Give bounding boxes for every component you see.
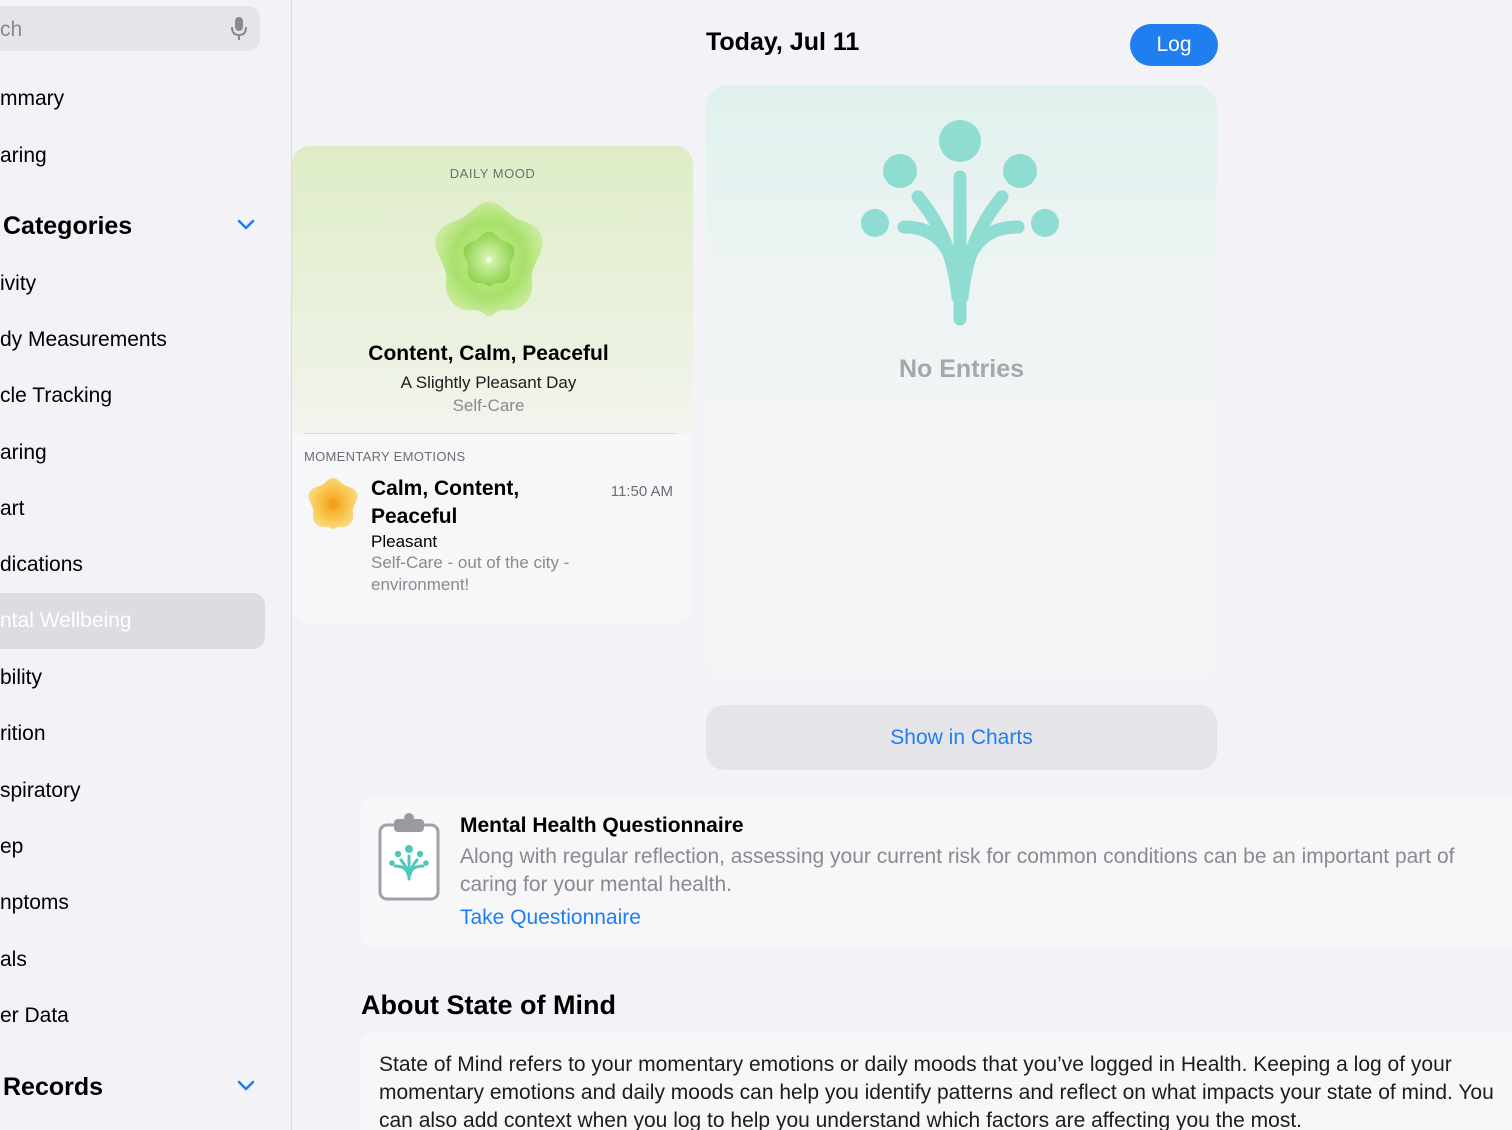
chevron-down-icon[interactable] <box>236 218 256 237</box>
daily-mood-name: Content, Calm, Peaceful <box>368 342 609 365</box>
sidebar-item-heart[interactable]: art <box>0 497 25 521</box>
daily-mood-context: Self-Care <box>452 396 525 415</box>
questionnaire-description: Along with regular reflection, assessing… <box>460 845 1455 896</box>
about-description: State of Mind refers to your momentary e… <box>379 1053 1494 1130</box>
sidebar-item-medications[interactable]: dications <box>0 553 83 577</box>
sidebar-item-symptoms[interactable]: nptoms <box>0 891 69 915</box>
mindful-minutes-card[interactable]: No Entries <box>706 85 1217 684</box>
momentary-emotion-context: Self-Care - out of the city - environmen… <box>371 553 570 594</box>
sidebar-item-other-data[interactable]: er Data <box>0 1004 69 1028</box>
momentary-emotion-valence: Pleasant <box>371 532 438 551</box>
search-input[interactable]: ch <box>0 18 22 42</box>
sidebar-item-vitals[interactable]: als <box>0 948 27 972</box>
daily-mood-subtitle: A Slightly Pleasant Day <box>400 373 577 392</box>
sidebar-item-sharing[interactable]: aring <box>0 144 47 168</box>
show-in-charts-button[interactable]: Show in Charts <box>706 705 1217 770</box>
daily-mood-label: DAILY MOOD <box>449 166 536 181</box>
clipboard-icon <box>377 811 441 908</box>
momentary-emotion-time: 11:50 AM <box>610 483 673 500</box>
sidebar-item-nutrition[interactable]: rition <box>0 722 46 746</box>
flower-icon <box>428 198 550 325</box>
sidebar-item-hearing[interactable]: aring <box>0 441 47 465</box>
state-of-mind-card[interactable]: DAILY MOOD Content, Calm, Peaceful A Sli… <box>292 146 693 624</box>
divider <box>304 433 675 434</box>
page-title: Today, Jul 11 <box>706 28 860 56</box>
sidebar-item-body-measurements[interactable]: dy Measurements <box>0 328 167 352</box>
sidebar-section-categories[interactable]: Categories <box>3 212 132 241</box>
take-questionnaire-link[interactable]: Take Questionnaire <box>460 906 641 930</box>
momentary-emotion-name: Calm, Content, Peaceful <box>371 477 520 528</box>
momentary-emotions-label: MOMENTARY EMOTIONS <box>304 449 466 464</box>
questionnaire-title: Mental Health Questionnaire <box>460 814 744 837</box>
log-button[interactable]: Log <box>1130 24 1218 66</box>
sidebar-item-respiratory[interactable]: spiratory <box>0 779 81 803</box>
sidebar-item-sleep[interactable]: ep <box>0 835 23 859</box>
sprout-icon <box>856 117 1066 337</box>
questionnaire-card[interactable]: Mental Health Questionnaire Along with r… <box>359 797 1512 947</box>
sidebar-item-activity[interactable]: ivity <box>0 272 36 296</box>
sidebar-item-cycle-tracking[interactable]: cle Tracking <box>0 384 112 408</box>
search-field[interactable]: ch <box>0 6 260 51</box>
sidebar: ch mmary aring Categories ivity dy Measu… <box>0 0 292 1130</box>
sidebar-item-summary[interactable]: mmary <box>0 87 64 111</box>
mic-icon[interactable] <box>230 16 248 47</box>
chevron-down-icon[interactable] <box>236 1079 256 1098</box>
flower-icon <box>306 476 360 535</box>
about-card: State of Mind refers to your momentary e… <box>359 1032 1512 1130</box>
sidebar-item-mental-wellbeing[interactable]: ntal Wellbeing <box>0 609 132 633</box>
sidebar-item-mobility[interactable]: bility <box>0 666 42 690</box>
sidebar-section-records[interactable]: Records <box>3 1073 103 1102</box>
section-title: About State of Mind <box>361 990 616 1020</box>
empty-state-label: No Entries <box>898 355 1025 383</box>
